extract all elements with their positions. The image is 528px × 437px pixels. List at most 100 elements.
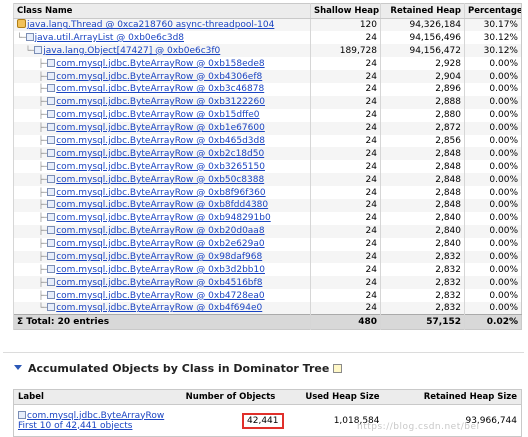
retained-heap-cell: 2,888 (380, 95, 465, 109)
object-link[interactable]: com.mysql.jdbc.ByteArrayRow @ 0x98daf968 (56, 252, 262, 262)
object-link[interactable]: com.mysql.jdbc.ByteArrayRow @ 0xb465d3d8 (56, 136, 265, 146)
table-row[interactable]: ├─ com.mysql.jdbc.ByteArrayRow @ 0xb2e629… (13, 237, 522, 251)
retained-heap-cell: 94,156,496 (380, 31, 465, 45)
total-shallow: 480 (310, 314, 381, 330)
table-row[interactable]: java.lang.Thread @ 0xca218760 async-thre… (13, 18, 522, 32)
label-header[interactable]: Label (13, 389, 174, 405)
class-name-cell: ├─ com.mysql.jdbc.ByteArrayRow @ 0xb3c468… (13, 82, 311, 96)
retained-heap-size-header[interactable]: Retained Heap Size (383, 389, 522, 405)
percentage-cell: 0.00% (464, 121, 522, 135)
retained-heap-header[interactable]: Retained Heap (380, 3, 465, 19)
shallow-heap-cell: 24 (310, 134, 381, 148)
class-link[interactable]: com.mysql.jdbc.ByteArrayRow (27, 411, 164, 421)
object-link[interactable]: com.mysql.jdbc.ByteArrayRow @ 0xb158ede8 (56, 59, 264, 69)
class-name-cell: └─ com.mysql.jdbc.ByteArrayRow @ 0xb4f694… (13, 302, 311, 315)
object-link[interactable]: com.mysql.jdbc.ByteArrayRow @ 0xb2e629a0 (56, 239, 264, 249)
object-link[interactable]: com.mysql.jdbc.ByteArrayRow @ 0xb20d0aa8 (56, 226, 264, 236)
retained-heap-cell: 2,928 (380, 57, 465, 71)
object-link[interactable]: com.mysql.jdbc.ByteArrayRow @ 0xb4728ea0 (56, 291, 264, 301)
object-link[interactable]: com.mysql.jdbc.ByteArrayRow @ 0xb4516bf8 (56, 278, 262, 288)
object-link[interactable]: com.mysql.jdbc.ByteArrayRow @ 0xb4f694e0 (56, 303, 262, 313)
table-row[interactable]: ├─ com.mysql.jdbc.ByteArrayRow @ 0xb3c468… (13, 82, 522, 96)
table-row[interactable]: ├─ com.mysql.jdbc.ByteArrayRow @ 0xb94829… (13, 211, 522, 225)
shallow-heap-cell: 24 (310, 95, 381, 109)
object-icon (47, 187, 56, 196)
shallow-heap-cell: 24 (310, 82, 381, 96)
object-link[interactable]: com.mysql.jdbc.ByteArrayRow @ 0xb3122260 (56, 97, 265, 107)
table-row[interactable]: ├─ com.mysql.jdbc.ByteArrayRow @ 0xb8fdd4… (13, 198, 522, 212)
document-icon[interactable] (333, 364, 343, 373)
object-link[interactable]: java.lang.Thread @ 0xca218760 async-thre… (27, 20, 274, 30)
table-row[interactable]: ├─ com.mysql.jdbc.ByteArrayRow @ 0xb8f96f… (13, 186, 522, 199)
expand-arrow-icon[interactable] (14, 365, 22, 370)
tree-connector: └─ (17, 303, 48, 313)
table-row[interactable]: ├─ com.mysql.jdbc.ByteArrayRow @ 0xb3d2bb… (13, 263, 522, 277)
table-row[interactable]: └─ java.lang.Object[47427] @ 0xb0e6c3f0 18… (13, 44, 522, 58)
table-row[interactable]: ├─ com.mysql.jdbc.ByteArrayRow @ 0xb31222… (13, 95, 522, 109)
object-link[interactable]: com.mysql.jdbc.ByteArrayRow @ 0xb1e67600 (56, 123, 265, 133)
accumulated-section-header[interactable]: Accumulated Objects by Class in Dominato… (14, 362, 343, 375)
percentage-cell: 0.00% (464, 237, 522, 251)
shallow-heap-cell: 24 (310, 70, 381, 83)
retained-heap-cell: 2,872 (380, 121, 465, 135)
percentage-cell: 0.00% (464, 276, 522, 290)
retained-heap-cell: 2,848 (380, 198, 465, 212)
object-link[interactable]: com.mysql.jdbc.ByteArrayRow @ 0xb3c46878 (56, 84, 264, 94)
percentage-cell: 0.00% (464, 147, 522, 161)
table-row[interactable]: ├─ com.mysql.jdbc.ByteArrayRow @ 0xb4516b… (13, 276, 522, 290)
num-objects-cell: 42,441 (174, 405, 288, 437)
object-link[interactable]: com.mysql.jdbc.ByteArrayRow @ 0xb50c8388 (56, 175, 264, 185)
table-row[interactable]: ├─ com.mysql.jdbc.ByteArrayRow @ 0xb158ed… (13, 57, 522, 71)
object-link[interactable]: com.mysql.jdbc.ByteArrayRow @ 0xb948291b… (56, 213, 270, 223)
object-link[interactable]: java.lang.Object[47427] @ 0xb0e6c3f0 (43, 46, 220, 56)
class-name-cell: ├─ com.mysql.jdbc.ByteArrayRow @ 0xb32651… (13, 160, 311, 174)
retained-heap-cell: 2,832 (380, 289, 465, 303)
tree-connector: ├─ (17, 110, 48, 120)
percentage-cell: 0.00% (464, 108, 522, 122)
section-title: Accumulated Objects by Class in Dominato… (28, 362, 330, 375)
shallow-heap-cell: 24 (310, 237, 381, 251)
objects-link[interactable]: First 10 of 42,441 objects (18, 421, 170, 431)
object-link[interactable]: com.mysql.jdbc.ByteArrayRow @ 0xb8fdd438… (56, 200, 268, 210)
table-row[interactable]: ├─ com.mysql.jdbc.ByteArrayRow @ 0xb15dff… (13, 108, 522, 122)
table-row[interactable]: ├─ com.mysql.jdbc.ByteArrayRow @ 0xb50c83… (13, 173, 522, 187)
retained-heap-cell: 2,848 (380, 186, 465, 199)
percentage-header[interactable]: Percentage (464, 3, 522, 19)
class-name-header[interactable]: Class Name (13, 3, 311, 19)
retained-heap-cell: 2,840 (380, 237, 465, 251)
object-icon (47, 251, 56, 260)
retained-heap-cell: 2,840 (380, 224, 465, 238)
object-link[interactable]: java.util.ArrayList @ 0xb0e6c3d8 (35, 33, 184, 43)
table-row[interactable]: ├─ com.mysql.jdbc.ByteArrayRow @ 0xb20d0a… (13, 224, 522, 238)
shallow-heap-cell: 24 (310, 224, 381, 238)
tree-connector: └─ (17, 45, 35, 55)
shallow-heap-header[interactable]: Shallow Heap (310, 3, 381, 19)
table-row[interactable]: ├─ com.mysql.jdbc.ByteArrayRow @ 0xb2c18d… (13, 147, 522, 161)
num-objects-header[interactable]: Number of Objects (173, 389, 288, 405)
percentage-cell: 0.00% (464, 134, 522, 148)
table-row[interactable]: ├─ com.mysql.jdbc.ByteArrayRow @ 0xb465d3… (13, 134, 522, 148)
table-row[interactable]: └─ java.util.ArrayList @ 0xb0e6c3d8 24 94,1… (13, 31, 522, 45)
percentage-cell: 0.00% (464, 211, 522, 225)
table-row[interactable]: ├─ com.mysql.jdbc.ByteArrayRow @ 0x98daf9… (13, 250, 522, 264)
object-link[interactable]: com.mysql.jdbc.ByteArrayRow @ 0xb3265150 (56, 162, 265, 172)
object-link[interactable]: com.mysql.jdbc.ByteArrayRow @ 0xb3d2bb10 (56, 265, 265, 275)
tree-connector: ├─ (17, 123, 48, 133)
class-name-cell: ├─ com.mysql.jdbc.ByteArrayRow @ 0xb1e676… (13, 121, 311, 135)
object-link[interactable]: com.mysql.jdbc.ByteArrayRow @ 0xb8f96f36… (56, 188, 265, 198)
used-heap-header[interactable]: Used Heap Size (287, 389, 384, 405)
table-row[interactable]: └─ com.mysql.jdbc.ByteArrayRow @ 0xb4f694… (13, 302, 522, 315)
object-link[interactable]: com.mysql.jdbc.ByteArrayRow @ 0xb4306ef8 (56, 72, 262, 82)
object-link[interactable]: com.mysql.jdbc.ByteArrayRow @ 0xb2c18d50 (56, 149, 264, 159)
class-name-cell: ├─ com.mysql.jdbc.ByteArrayRow @ 0xb158ed… (13, 57, 311, 71)
shallow-heap-cell: 24 (310, 147, 381, 161)
object-icon (25, 32, 34, 41)
table-row[interactable]: ├─ com.mysql.jdbc.ByteArrayRow @ 0xb1e676… (13, 121, 522, 135)
shallow-heap-cell: 189,728 (310, 44, 381, 58)
object-link[interactable]: com.mysql.jdbc.ByteArrayRow @ 0xb15dffe0 (56, 110, 259, 120)
shallow-heap-cell: 24 (310, 186, 381, 199)
table-row[interactable]: ├─ com.mysql.jdbc.ByteArrayRow @ 0xb32651… (13, 160, 522, 174)
object-icon (47, 135, 56, 144)
table-row[interactable]: ├─ com.mysql.jdbc.ByteArrayRow @ 0xb4306e… (13, 70, 522, 83)
table-row[interactable]: ├─ com.mysql.jdbc.ByteArrayRow @ 0xb4728e… (13, 289, 522, 303)
